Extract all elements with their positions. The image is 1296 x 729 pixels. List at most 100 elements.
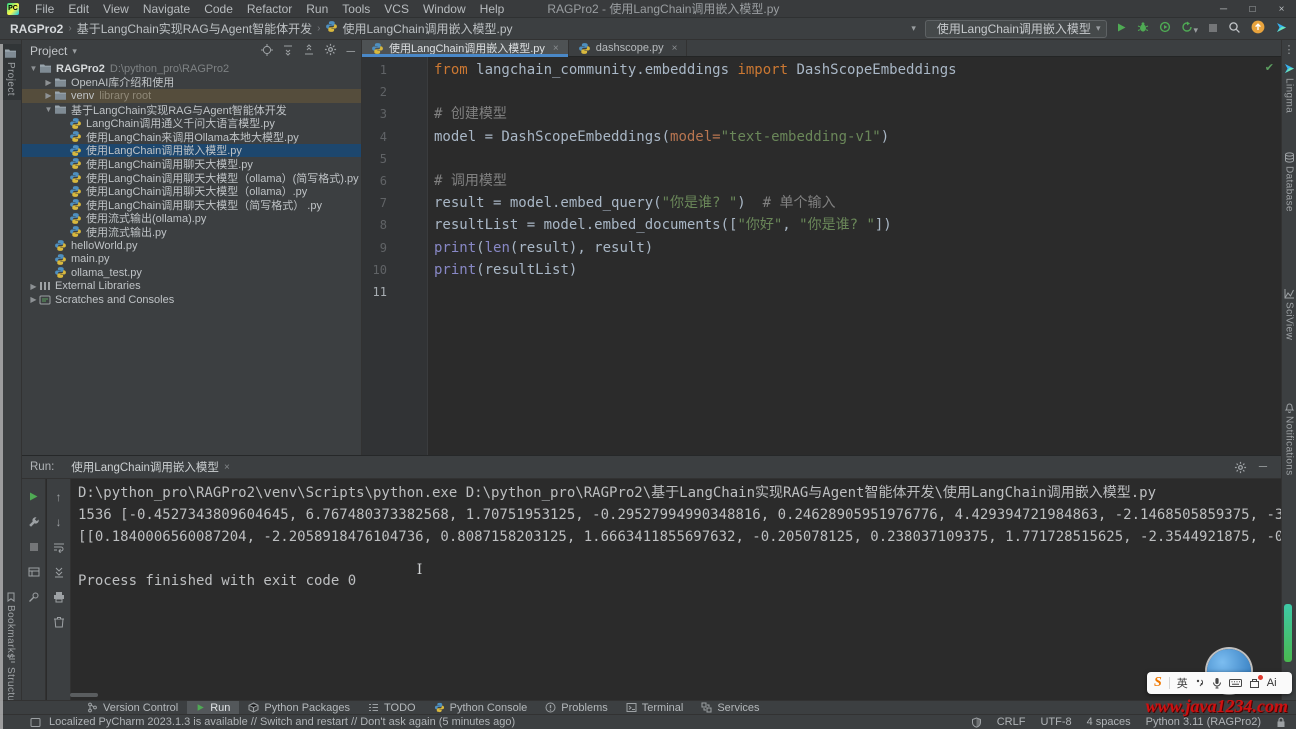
tree-item[interactable]: helloWorld.py — [22, 239, 361, 253]
microphone-icon[interactable] — [1212, 677, 1222, 689]
stop-icon[interactable] — [1208, 22, 1218, 36]
stripe-tab-notifications[interactable]: Notifications — [1282, 398, 1296, 480]
close-icon[interactable]: × — [224, 462, 230, 473]
status-encoding[interactable]: UTF-8 — [1040, 716, 1071, 728]
voice-tone-icon[interactable] — [1195, 678, 1205, 688]
tree-item[interactable]: 使用流式输出.py — [22, 225, 361, 239]
tree-item[interactable]: ▶External Libraries — [22, 280, 361, 294]
sogou-logo-icon[interactable]: S — [1154, 675, 1162, 691]
stripe-tab-lingma[interactable]: Lingma — [1282, 58, 1296, 117]
breadcrumb-item[interactable]: 使用LangChain调用嵌入模型.py — [325, 20, 512, 37]
breadcrumb-item[interactable]: RAGPro2 — [10, 22, 63, 36]
menu-item-edit[interactable]: Edit — [61, 2, 96, 16]
tree-item[interactable]: 使用流式输出(ollama).py — [22, 212, 361, 226]
settings-wrench-icon[interactable] — [25, 509, 43, 534]
settings-gear-icon[interactable] — [324, 43, 337, 59]
profiler-icon[interactable] — [1159, 21, 1171, 36]
lock-icon — [1276, 717, 1286, 728]
run-tab[interactable]: 使用LangChain调用嵌入模型 × — [60, 456, 235, 478]
restore-layout-icon[interactable] — [25, 559, 43, 584]
run-icon[interactable] — [1116, 22, 1127, 36]
target-icon[interactable] — [261, 44, 273, 59]
collapse-all-icon[interactable] — [303, 44, 315, 59]
debug-icon[interactable] — [1137, 21, 1149, 36]
close-icon[interactable]: × — [553, 43, 559, 54]
kebab-menu-icon[interactable]: ⋮ — [1282, 43, 1296, 56]
rerun-icon[interactable] — [25, 484, 43, 509]
stripe-tab-database[interactable]: Database — [1282, 148, 1296, 216]
tree-chevron-icon[interactable]: ▶ — [43, 91, 54, 100]
menu-item-refactor[interactable]: Refactor — [240, 2, 299, 16]
menu-item-run[interactable]: Run — [299, 2, 335, 16]
menu-item-code[interactable]: Code — [197, 2, 240, 16]
maximize-button[interactable]: □ — [1238, 0, 1267, 18]
stop-icon[interactable] — [25, 534, 43, 559]
close-icon[interactable]: × — [672, 43, 678, 54]
tree-item[interactable]: ▶Scratches and Consoles — [22, 293, 361, 307]
run-configuration-select[interactable]: 使用LangChain调用嵌入模型 ▾ — [925, 20, 1108, 38]
softwrap-icon[interactable] — [50, 534, 68, 559]
expand-all-icon[interactable] — [282, 44, 294, 59]
ime-ai-button[interactable]: Ai — [1267, 677, 1277, 689]
tree-chevron-icon[interactable]: ▶ — [43, 78, 54, 87]
vertical-scrollbar-thumb[interactable] — [1284, 604, 1292, 662]
coverage-icon[interactable]: ▾ — [1181, 21, 1198, 36]
breadcrumb-item[interactable]: 基于LangChain实现RAG与Agent智能体开发 — [77, 20, 312, 37]
horizontal-scrollbar[interactable] — [70, 693, 98, 697]
tree-chevron-icon[interactable]: ▶ — [28, 282, 39, 291]
stripe-tab-sciview[interactable]: SciView — [1282, 284, 1296, 344]
stripe-tab-project[interactable]: Project — [0, 44, 21, 100]
printer-icon[interactable] — [50, 584, 68, 609]
search-icon[interactable] — [1228, 21, 1241, 37]
menu-item-vcs[interactable]: VCS — [377, 2, 416, 16]
editor-tab[interactable]: dashscope.py× — [569, 40, 688, 56]
lingma-icon[interactable] — [1275, 21, 1288, 37]
keyboard-icon[interactable] — [1229, 678, 1242, 688]
status-message[interactable]: Localized PyCharm 2023.1.3 is available … — [30, 716, 515, 728]
settings-gear-icon[interactable] — [1234, 461, 1247, 474]
tree-item[interactable]: ▶OpenAI库介绍和使用 — [22, 76, 361, 90]
toolwindow-button-terminal[interactable]: Terminal — [617, 701, 693, 715]
menu-item-window[interactable]: Window — [416, 2, 473, 16]
tree-item[interactable]: main.py — [22, 252, 361, 266]
trash-icon[interactable] — [50, 609, 68, 634]
menu-item-help[interactable]: Help — [473, 2, 512, 16]
tree-item[interactable]: ollama_test.py — [22, 266, 361, 280]
menu-item-file[interactable]: File — [28, 2, 61, 16]
inspections-ok-icon[interactable]: ✔ — [1265, 61, 1274, 74]
clipboard-icon[interactable] — [1249, 678, 1260, 689]
toolwindow-button-run[interactable]: Run — [187, 701, 239, 715]
pin-icon[interactable] — [25, 584, 43, 609]
hide-panel-icon[interactable]: ─ — [1259, 461, 1267, 474]
ime-language-toggle[interactable]: 英 — [1177, 675, 1188, 691]
code-text: model = DashScopeEmbeddings(model="text-… — [429, 126, 889, 148]
input-method-toolbar[interactable]: S 英 Ai — [1147, 672, 1292, 694]
toolwindow-button-services[interactable]: Services — [692, 701, 768, 715]
up-icon[interactable]: ↑ — [50, 484, 68, 509]
hide-panel-icon[interactable]: ─ — [346, 44, 355, 58]
toolwindow-button-python-console[interactable]: Python Console — [425, 701, 537, 715]
toolwindow-button-version-control[interactable]: Version Control — [78, 701, 187, 715]
chevron-down-icon[interactable]: ▾ — [72, 46, 77, 57]
project-tree[interactable]: ▼RAGPro2D:\python_pro\RAGPro2▶OpenAI库介绍和… — [22, 62, 361, 455]
menu-item-tools[interactable]: Tools — [335, 2, 377, 16]
run-console-output[interactable]: D:\python_pro\RAGPro2\venv\Scripts\pytho… — [72, 479, 1281, 692]
status-line-endings[interactable]: CRLF — [997, 716, 1026, 728]
editor-tab[interactable]: 使用LangChain调用嵌入模型.py× — [362, 40, 569, 56]
tree-chevron-icon[interactable]: ▼ — [43, 105, 54, 114]
minimize-button[interactable]: ─ — [1209, 0, 1238, 18]
down-icon[interactable]: ↓ — [50, 509, 68, 534]
menu-item-navigate[interactable]: Navigate — [136, 2, 197, 16]
toolwindow-button-python-packages[interactable]: Python Packages — [239, 701, 359, 715]
tree-chevron-icon[interactable]: ▼ — [28, 64, 39, 73]
toolwindow-button-todo[interactable]: TODO — [359, 701, 425, 715]
toolwindow-button-problems[interactable]: Problems — [536, 701, 616, 715]
menu-item-view[interactable]: View — [96, 2, 136, 16]
close-button[interactable]: × — [1267, 0, 1296, 18]
update-badge-icon[interactable] — [1251, 20, 1265, 37]
code-editor[interactable]: 使用LangChain调用嵌入模型.py×dashscope.py× 1from… — [362, 40, 1281, 455]
status-interpreter[interactable]: Python 3.11 (RAGPro2) — [1146, 716, 1261, 728]
scrollend-icon[interactable] — [50, 559, 68, 584]
status-indent[interactable]: 4 spaces — [1087, 716, 1131, 728]
tree-chevron-icon[interactable]: ▶ — [28, 295, 39, 304]
